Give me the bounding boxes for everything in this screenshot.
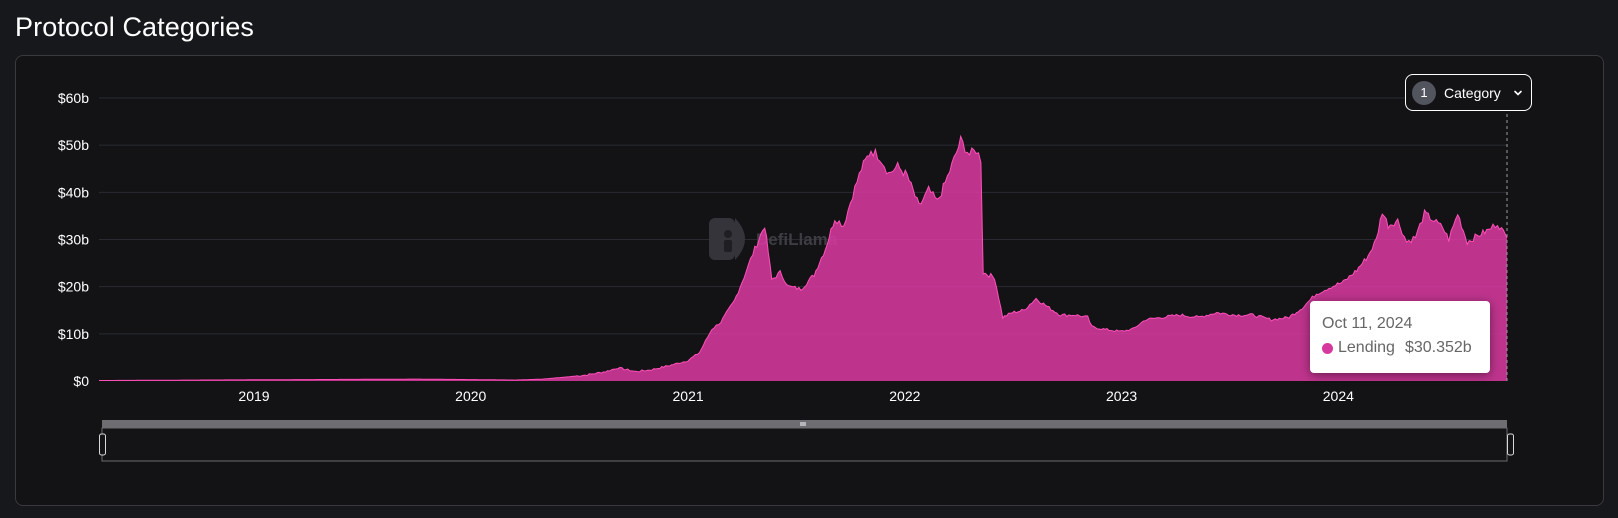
series-dot-icon: [1322, 342, 1333, 354]
x-tick-label: 2021: [673, 388, 704, 404]
watermark: DefiLlama: [709, 218, 838, 260]
y-tick-label: $50b: [58, 137, 89, 153]
hover-tooltip: Oct 11, 2024 Lending $30.352b: [1310, 301, 1490, 373]
tooltip-series-name: Lending: [1338, 339, 1395, 356]
chart-svg: DefiLlama $0 $10b $20b $30b $40b $50b $60b 201…: [58, 90, 1514, 462]
x-axis: 2019 2020 2021 2022 2023 2024: [238, 388, 1354, 404]
watermark-text: DefiLlama: [756, 230, 838, 249]
y-tick-label: $30b: [58, 232, 89, 248]
category-label: Category: [1444, 84, 1501, 101]
x-tick-label: 2022: [889, 388, 920, 404]
slider-handle-right[interactable]: [1507, 433, 1514, 456]
llama-logo-icon: [709, 218, 745, 260]
tooltip-date: Oct 11, 2024: [1322, 315, 1413, 332]
category-count-badge: 1: [1412, 80, 1436, 105]
series-area-lending: [99, 136, 1507, 381]
y-tick-label: $40b: [58, 184, 89, 200]
x-tick-label: 2023: [1106, 388, 1137, 404]
zoom-slider[interactable]: [99, 420, 1514, 462]
y-tick-label: $0: [73, 373, 89, 389]
y-tick-label: $60b: [58, 90, 89, 106]
category-dropdown-button[interactable]: 1 Category: [1405, 74, 1532, 111]
chart-panel: DefiLlama $0 $10b $20b $30b $40b $50b $60b 201…: [15, 55, 1604, 506]
tooltip-series-value: $30.352b: [1404, 339, 1472, 356]
slider-track[interactable]: [101, 427, 1508, 462]
y-axis: $0 $10b $20b $30b $40b $50b $60b: [58, 90, 89, 389]
y-tick-label: $20b: [58, 279, 89, 295]
x-tick-label: 2020: [455, 388, 486, 404]
x-tick-label: 2024: [1323, 388, 1354, 404]
x-tick-label: 2019: [238, 388, 269, 404]
chevron-down-icon: [1513, 88, 1523, 98]
tooltip-row: Lending $30.352b: [1322, 339, 1478, 357]
page-title: Protocol Categories: [15, 12, 255, 42]
slider-handle-left[interactable]: [99, 433, 106, 456]
y-tick-label: $10b: [58, 326, 89, 342]
